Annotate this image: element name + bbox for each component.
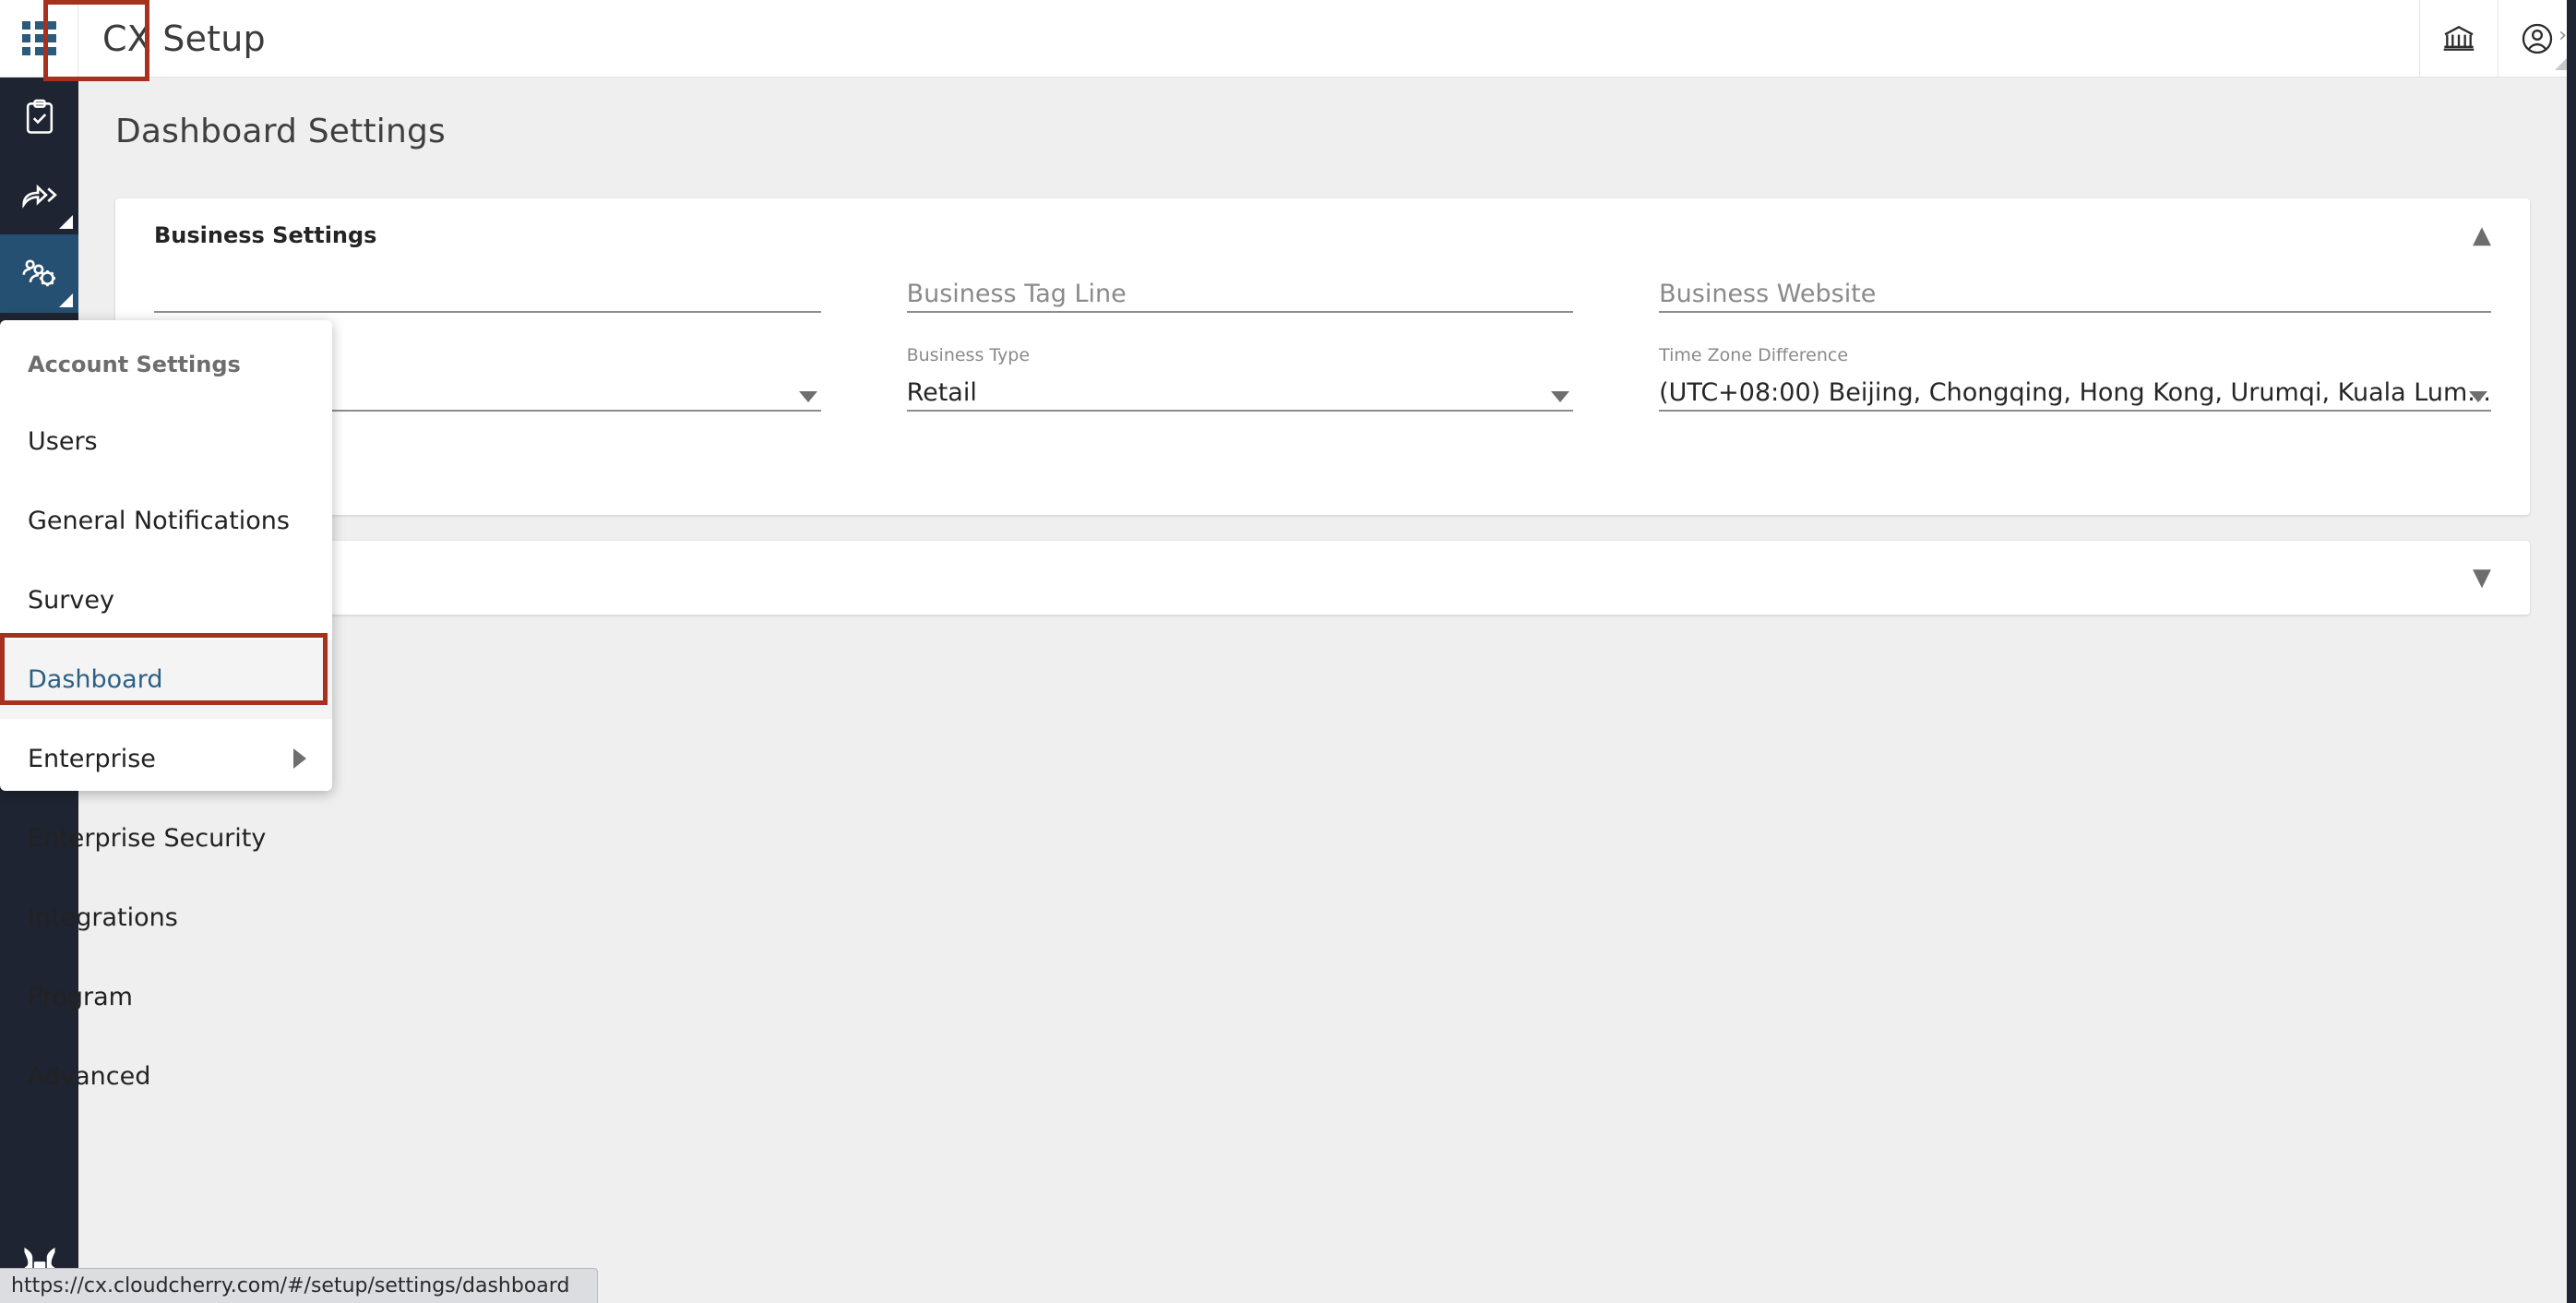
menu-item-enterprise-security-label: Enterprise Security	[28, 823, 267, 853]
time-zone-label: Time Zone Difference	[1659, 345, 1849, 365]
clipboard-check-icon	[26, 99, 53, 134]
business-type-label: Business Type	[906, 345, 1031, 365]
time-zone-caret-icon	[2469, 391, 2487, 402]
menu-item-integrations-label: Integrations	[28, 903, 178, 932]
business-tag-line-input[interactable]: Business Tag Line	[906, 272, 1574, 313]
menu-item-program-label: Program	[28, 982, 133, 1011]
main-content-area: Dashboard Settings Business Settings ▲ B…	[78, 78, 2567, 1303]
business-tag-line-field[interactable]: Business Tag Line	[906, 272, 1574, 313]
users-gear-icon	[21, 259, 55, 286]
institution-icon	[2443, 25, 2475, 51]
menu-item-enterprise-security[interactable]: Enterprise Security	[0, 798, 332, 878]
apps-launcher-button[interactable]	[0, 0, 78, 77]
menu-item-general-notifications-label: General Notifications	[28, 506, 290, 535]
app-root: CX Setup › Dashboard Settings Business S…	[0, 0, 2576, 1303]
rail-share-corner-icon	[59, 215, 73, 229]
share-arrow-icon	[21, 184, 57, 209]
secondary-settings-card: gs ▼	[115, 541, 2530, 615]
rail-item-account-settings[interactable]	[0, 234, 78, 313]
user-account-icon	[2522, 23, 2553, 54]
business-website-field[interactable]: Business Website	[1659, 272, 2491, 313]
secondary-settings-card-header[interactable]: gs ▼	[115, 541, 2530, 615]
edge-expand-caret-icon[interactable]: ›	[2558, 24, 2567, 47]
menu-item-survey[interactable]: Survey	[0, 560, 332, 640]
business-name-field[interactable]	[154, 272, 821, 313]
institution-button[interactable]	[2419, 0, 2498, 77]
menu-item-enterprise-label: Enterprise	[28, 744, 156, 773]
menu-item-program[interactable]: Program	[0, 957, 332, 1036]
business-type-caret-icon	[1551, 391, 1570, 402]
menu-item-users-label: Users	[28, 426, 98, 456]
page-title: Dashboard Settings	[115, 113, 447, 150]
submenu-arrow-icon	[293, 748, 306, 769]
menu-item-general-notifications[interactable]: General Notifications	[0, 481, 332, 560]
business-website-placeholder: Business Website	[1659, 280, 1877, 308]
business-settings-title: Business Settings	[154, 222, 377, 248]
flyout-heading: Account Settings	[28, 352, 241, 377]
top-header-bar: CX Setup	[0, 0, 2576, 78]
rail-item-clipboard[interactable]	[0, 78, 78, 156]
business-settings-card-header[interactable]: Business Settings ▲	[115, 198, 2530, 272]
time-zone-field[interactable]: Time Zone Difference (UTC+08:00) Beijing…	[1659, 345, 2491, 412]
menu-item-advanced-label: Advanced	[28, 1061, 151, 1091]
chevron-up-icon[interactable]: ▲	[2473, 223, 2491, 247]
rail-item-share[interactable]	[0, 156, 78, 234]
grid-apps-icon	[21, 21, 56, 55]
account-settings-flyout: Account Settings Users General Notificat…	[0, 320, 332, 1091]
menu-item-integrations[interactable]: Integrations	[0, 878, 332, 957]
business-settings-card: Business Settings ▲ Business Tag Line Bu…	[115, 198, 2530, 515]
business-type-field[interactable]: Business Type Retail	[906, 345, 1574, 412]
business-tag-line-placeholder: Business Tag Line	[906, 280, 1127, 308]
time-zone-value: (UTC+08:00) Beijing, Chongqing, Hong Kon…	[1659, 378, 2491, 407]
menu-item-enterprise[interactable]: Enterprise	[0, 719, 332, 798]
menu-item-dashboard-label: Dashboard	[28, 664, 163, 694]
business-type-select[interactable]: Retail	[906, 371, 1574, 412]
menu-item-dashboard[interactable]: Dashboard	[0, 640, 332, 719]
menu-item-advanced[interactable]: Advanced	[0, 1036, 332, 1116]
time-zone-select[interactable]: (UTC+08:00) Beijing, Chongqing, Hong Kon…	[1659, 371, 2491, 412]
app-title-container: CX Setup	[78, 0, 2419, 77]
page-app-title: CX Setup	[102, 18, 266, 59]
chevron-down-icon[interactable]: ▼	[2473, 566, 2491, 590]
right-edge-strip	[2567, 0, 2576, 1303]
business-name-input[interactable]	[154, 272, 821, 313]
col1-select-caret-icon	[798, 391, 817, 402]
business-type-value: Retail	[906, 378, 977, 407]
browser-status-bar: https://cx.cloudcherry.com/#/setup/setti…	[0, 1268, 598, 1303]
business-settings-form: Business Tag Line Business Website Busin…	[115, 272, 2530, 444]
header-actions	[2419, 0, 2576, 77]
status-bar-url: https://cx.cloudcherry.com/#/setup/setti…	[11, 1274, 570, 1297]
menu-item-users[interactable]: Users	[0, 401, 332, 481]
menu-item-survey-label: Survey	[28, 585, 114, 615]
rail-account-corner-icon	[59, 293, 73, 307]
business-website-input[interactable]: Business Website	[1659, 272, 2491, 313]
